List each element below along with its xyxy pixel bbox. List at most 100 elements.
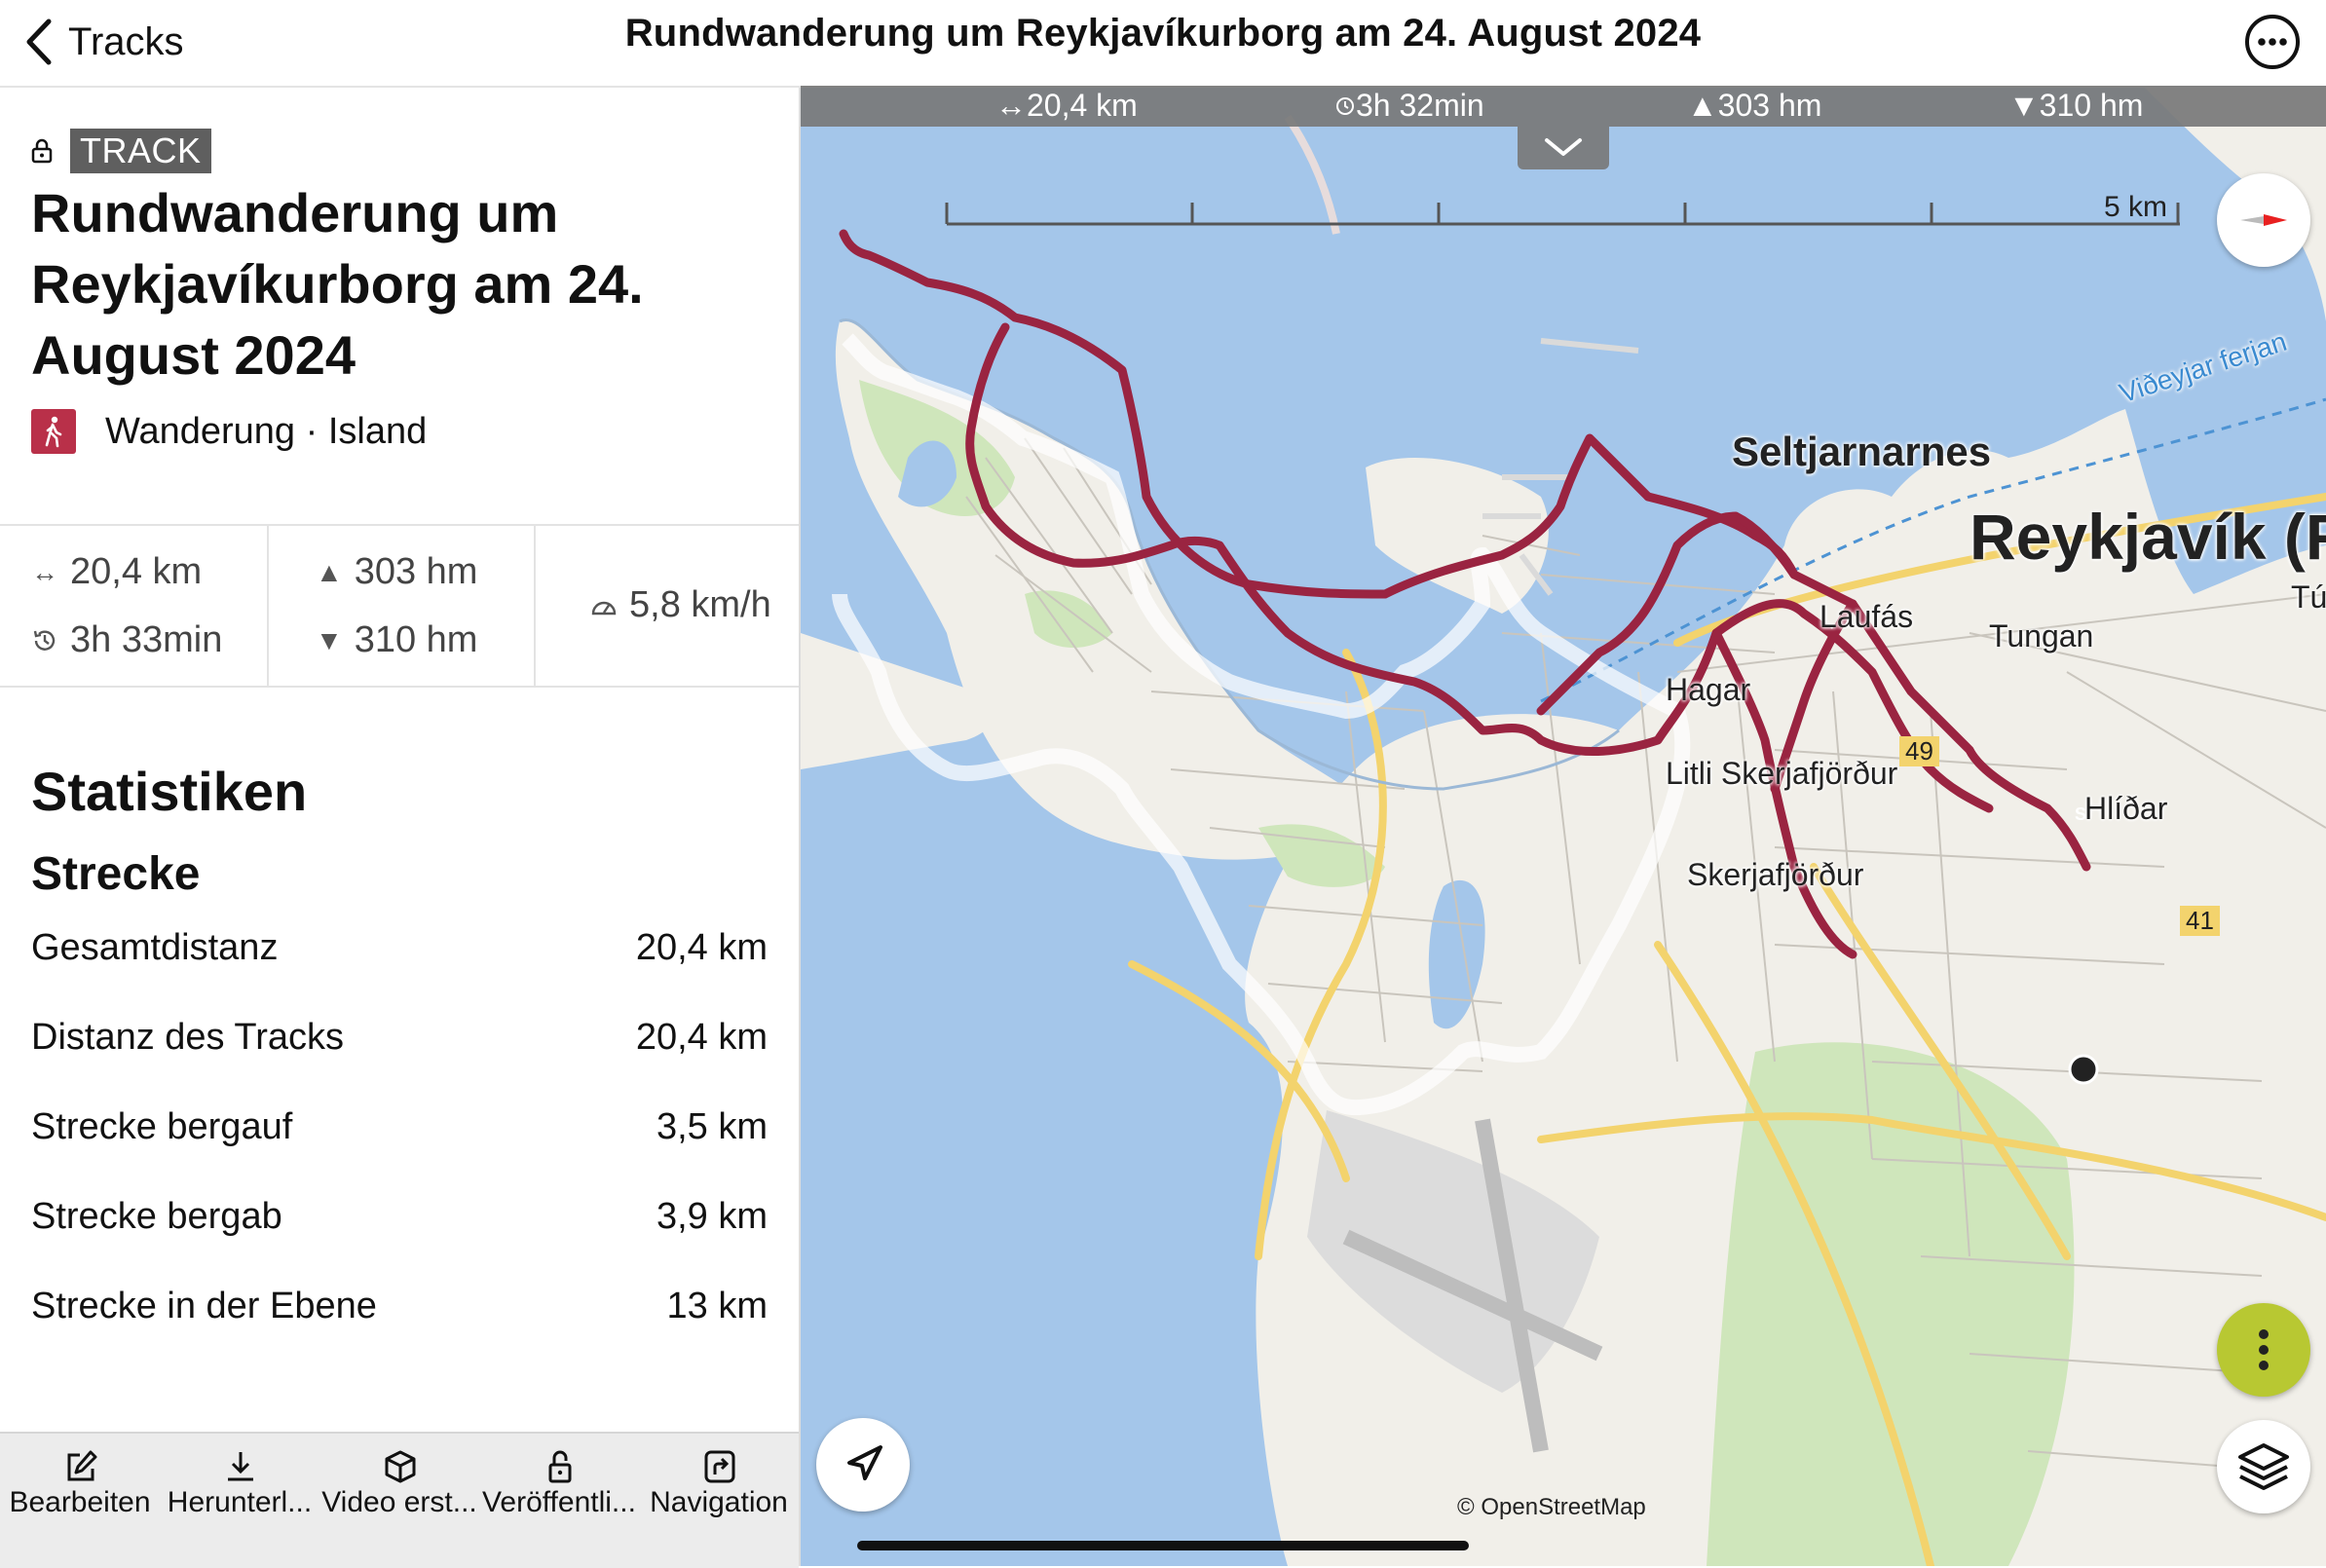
edit-label: Bearbeiten [9, 1486, 151, 1518]
track-badge: TRACK [70, 129, 211, 173]
summary-duration: 3h 33min [31, 619, 222, 661]
home-indicator [857, 1541, 1469, 1550]
stat-label: Gesamtdistanz [31, 927, 279, 968]
stat-value: 20,4 km [635, 1017, 768, 1058]
map-stat-ascent: ▲303 hm [1687, 88, 1822, 123]
label-laufas: Laufás [1820, 599, 1914, 634]
label-hagar: Hagar [1666, 672, 1751, 707]
hiking-icon [31, 409, 76, 454]
navigation-button[interactable]: Navigation [639, 1434, 799, 1568]
map-stat-duration: 3h 32min [1334, 88, 1484, 124]
stat-label: Strecke in der Ebene [31, 1286, 377, 1326]
label-tun: Tún [2291, 579, 2326, 615]
speedometer-icon [590, 595, 618, 616]
summary-elevation-column: ▲ 303 hm ▼ 310 hm [267, 526, 534, 686]
download-icon [228, 1452, 253, 1481]
summary-ascent: ▲ 303 hm [316, 551, 477, 593]
stat-value: 3,9 km [656, 1196, 768, 1237]
label-reykjavik: Reykjavík (Reykjavik) [1970, 501, 2326, 573]
triangle-up-icon: ▲ [316, 556, 343, 587]
map-stat-ascent-value: 303 hm [1717, 88, 1822, 123]
road-shield-49: 49 [1899, 736, 1939, 766]
summary-descent-value: 310 hm [354, 619, 478, 660]
stat-value: 13 km [666, 1286, 768, 1326]
scale-label: 5 km [2104, 191, 2168, 223]
stat-row-uphill: Strecke bergauf 3,5 km [31, 1106, 768, 1148]
label-hlidar: Hlíðar [2084, 791, 2168, 826]
chevron-down-icon [1545, 138, 1582, 156]
create-video-label: Video erst... [321, 1486, 477, 1518]
map-layers-button[interactable] [2217, 1420, 2310, 1513]
summary-duration-value: 3h 33min [70, 619, 223, 660]
lock-open-icon [548, 1450, 572, 1483]
start-marker-label: S [2075, 804, 2087, 824]
start-marker [2068, 1054, 2099, 1085]
download-button[interactable]: Herunterl... [160, 1434, 319, 1568]
map-attribution[interactable]: © OpenStreetMap [1457, 1494, 1646, 1521]
cube-icon [385, 1450, 416, 1483]
stat-row-flat: Strecke in der Ebene 13 km [31, 1286, 768, 1327]
stat-row-downhill: Strecke bergab 3,9 km [31, 1196, 768, 1238]
map-options-button[interactable] [2217, 1303, 2310, 1397]
summary-stats: ↔ 20,4 km 3h 33min ▲ 303 hm ▼ 310 hm 5,8… [0, 524, 799, 688]
collapse-stats-button[interactable] [1518, 127, 1609, 169]
road-shield-41: 41 [2180, 906, 2220, 936]
download-label: Herunterl... [167, 1486, 313, 1518]
map-view[interactable]: Seltjarnarnes Reykjavík (Reykjavik) Lauf… [801, 88, 2326, 1566]
page-title: Rundwanderung um Reykjavíkurborg am 24. … [624, 12, 1702, 55]
stat-value: 20,4 km [635, 927, 768, 968]
ellipsis-circle-icon [2245, 15, 2300, 69]
history-clock-icon [31, 627, 58, 654]
summary-speed: 5,8 km/h [590, 584, 771, 626]
map-stat-descent-value: 310 hm [2039, 88, 2144, 123]
locate-me-button[interactable] [816, 1418, 910, 1512]
edit-icon [67, 1450, 97, 1481]
bottom-toolbar: Bearbeiten Herunterl... Video erst... Ve… [0, 1432, 799, 1568]
triangle-down-icon: ▼ [316, 624, 343, 655]
label-seltjarnarnes: Seltjarnarnes [1732, 429, 1992, 474]
navigation-label: Navigation [650, 1486, 788, 1518]
publish-button[interactable]: Veröffentli... [479, 1434, 639, 1568]
label-litli-skerjafjordur: Litli Skerjafjörður [1666, 756, 1898, 791]
navigation-icon [704, 1450, 735, 1483]
activity-label: Wanderung · Island [105, 410, 428, 452]
distance-section-heading: Strecke [31, 848, 201, 900]
distance-icon: ↔ [31, 556, 58, 587]
track-type-row: TRACK [31, 129, 211, 173]
top-navigation-bar: Tracks Rundwanderung um Reykjavíkurborg … [0, 0, 2326, 88]
summary-speed-column: 5,8 km/h [534, 526, 801, 686]
summary-distance: ↔ 20,4 km [31, 551, 202, 593]
track-detail-panel: TRACK Rundwanderung um Reykjavíkurborg a… [0, 88, 801, 1566]
map-stat-duration-value: 3h 32min [1356, 88, 1484, 123]
summary-distance-value: 20,4 km [70, 551, 203, 592]
lock-icon [31, 138, 53, 164]
summary-ascent-value: 303 hm [354, 551, 478, 592]
label-skerjafjordur: Skerjafjörður [1687, 857, 1864, 892]
map-stat-descent: ▼310 hm [2008, 88, 2144, 123]
compass-icon [2240, 214, 2287, 226]
activity-row: Wanderung · Island [31, 409, 427, 454]
stat-label: Strecke bergab [31, 1196, 282, 1237]
map-stats-bar: ↔20,4 km 3h 32min ▲303 hm ▼310 hm [801, 86, 2326, 127]
statistics-heading: Statistiken [31, 761, 308, 822]
label-tungan: Tungan [1989, 618, 2094, 653]
map-scale-bar [945, 203, 2180, 226]
map-canvas [801, 88, 2326, 1566]
compass-button[interactable] [2217, 173, 2310, 267]
create-video-button[interactable]: Video erst... [319, 1434, 479, 1568]
stat-row-track-distance: Distanz des Tracks 20,4 km [31, 1017, 768, 1059]
track-title: Rundwanderung um Reykjavíkurborg am 24. … [31, 182, 644, 386]
stat-label: Strecke bergauf [31, 1106, 293, 1147]
map-stat-distance: ↔20,4 km [995, 88, 1138, 123]
more-options-button[interactable] [2238, 8, 2307, 76]
location-arrow-icon [847, 1445, 882, 1480]
vertical-ellipsis-icon [2259, 1329, 2269, 1370]
stat-label: Distanz des Tracks [31, 1017, 344, 1058]
stat-row-total-distance: Gesamtdistanz 20,4 km [31, 927, 768, 969]
summary-descent: ▼ 310 hm [316, 619, 477, 661]
publish-label: Veröffentli... [482, 1486, 636, 1518]
clock-icon [1336, 96, 1354, 115]
edit-button[interactable]: Bearbeiten [0, 1434, 160, 1568]
summary-speed-value: 5,8 km/h [629, 584, 771, 625]
layers-icon [2238, 1443, 2289, 1490]
